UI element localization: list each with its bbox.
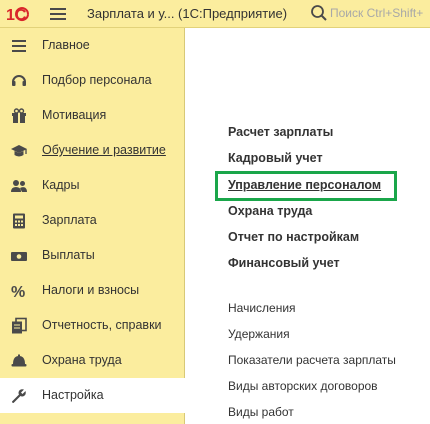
sidebar-item-label: Главное	[42, 38, 90, 52]
sidebar-item-salary[interactable]: Зарплата	[0, 203, 185, 238]
link-payroll-indicators[interactable]: Показатели расчета зарплаты	[228, 353, 396, 367]
sidebar-item-label: Охрана труда	[42, 353, 122, 367]
section-link-labor-safety[interactable]: Охрана труда	[228, 204, 312, 218]
headset-icon	[12, 75, 26, 86]
sidebar-item-payments[interactable]: Выплаты	[0, 238, 185, 273]
sidebar-item-recruiting[interactable]: Подбор персонала	[0, 63, 185, 98]
app-title: Зарплата и у... (1С:Предприятие)	[87, 6, 288, 21]
menu-icon[interactable]	[50, 6, 66, 22]
sidebar-item-reports[interactable]: Отчетность, справки	[0, 308, 185, 343]
sidebar-item-taxes[interactable]: % Налоги и взносы	[0, 273, 185, 308]
sidebar-item-label: Налоги и взносы	[42, 283, 140, 297]
sidebar-item-main[interactable]: Главное	[0, 28, 185, 63]
sidebar-item-motivation[interactable]: Мотивация	[0, 98, 185, 133]
cash-icon	[11, 252, 27, 261]
link-accruals[interactable]: Начисления	[228, 301, 296, 315]
top-bar: 1С Зарплата и у... (1С:Предприятие)	[0, 0, 430, 28]
section-link-financial-accounting[interactable]: Финансовый учет	[228, 256, 340, 270]
link-work-types[interactable]: Виды работ	[228, 405, 294, 419]
link-author-contract-types[interactable]: Виды авторских договоров	[228, 379, 378, 393]
sidebar-item-label: Отчетность, справки	[42, 318, 162, 332]
sidebar-item-label: Подбор персонала	[42, 73, 152, 87]
percent-icon: %	[11, 284, 25, 300]
list-icon	[12, 40, 26, 52]
sidebar: Главное Подбор персонала Мотивация Обуче…	[0, 28, 186, 424]
sidebar-item-settings[interactable]: Настройка	[0, 378, 186, 413]
documents-icon	[12, 317, 27, 334]
sidebar-item-label: Выплаты	[42, 248, 95, 262]
section-link-payroll[interactable]: Расчет зарплаты	[228, 125, 333, 139]
sidebar-item-labor-safety[interactable]: Охрана труда	[0, 343, 185, 378]
link-deductions[interactable]: Удержания	[228, 327, 290, 341]
1c-logo-icon: 1С	[6, 7, 29, 23]
highlight-frame	[215, 171, 397, 201]
gift-icon	[12, 108, 26, 123]
calculator-icon	[13, 213, 25, 229]
graduation-cap-icon	[11, 145, 27, 157]
helmet-icon	[11, 354, 27, 367]
svg-text:%: %	[11, 284, 25, 300]
section-link-hr-records[interactable]: Кадровый учет	[228, 151, 323, 165]
sidebar-item-label: Обучение и развитие	[42, 143, 166, 157]
sidebar-item-training[interactable]: Обучение и развитие	[0, 133, 185, 168]
search-input[interactable]	[330, 3, 430, 23]
sidebar-item-label: Зарплата	[42, 213, 97, 227]
sidebar-item-label: Кадры	[42, 178, 80, 192]
sidebar-item-hr[interactable]: Кадры	[0, 168, 185, 203]
people-icon	[11, 180, 27, 192]
section-link-settings-report[interactable]: Отчет по настройкам	[228, 230, 359, 244]
wrench-icon	[12, 389, 26, 403]
main-content: Расчет зарплаты Кадровый учет Управление…	[186, 28, 430, 424]
sidebar-item-label: Мотивация	[42, 108, 107, 122]
search-icon[interactable]	[310, 4, 328, 22]
sidebar-item-label: Настройка	[42, 388, 104, 402]
